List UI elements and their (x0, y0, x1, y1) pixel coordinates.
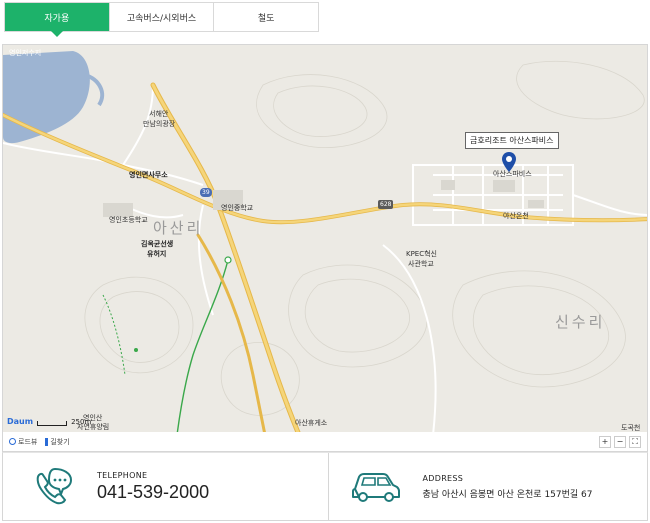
road-shield-628: 628 (378, 200, 394, 209)
phone-chat-icon (36, 467, 73, 504)
telephone-number[interactable]: 041-539-2000 (97, 482, 209, 503)
scale-bar (37, 421, 68, 426)
address-value: 충남 아산시 음봉면 아산 온천로 157번길 67 (422, 489, 593, 500)
label-village-edge: 도곡천 (621, 424, 641, 432)
address-label: ADDRESS (422, 473, 464, 483)
roadview-button[interactable]: 로드뷰 (9, 437, 37, 447)
telephone-text: TELEPHONE 041-539-2000 (97, 471, 209, 503)
address-box: ADDRESS 충남 아산시 음봉면 아산 온천로 157번길 67 (327, 453, 648, 520)
tab-bus[interactable]: 고속버스/시외버스 (110, 3, 215, 31)
label-asan-spa-station: 아산온천 (503, 212, 529, 220)
label-seohaean: 서해안 (149, 110, 169, 118)
car-icon (351, 472, 400, 502)
address-text: ADDRESS 충남 아산시 음봉면 아산 온천로 157번길 67 (423, 474, 593, 500)
label-seohaean-plaza: 만남의광장 (143, 120, 176, 128)
label-kpec: KPEC혁신 (406, 250, 438, 258)
fullscreen-button[interactable]: ⛶ (629, 435, 641, 448)
label-yeongin-middle: 영인중학교 (221, 204, 254, 212)
directions-button[interactable]: 길찾기 (45, 437, 70, 447)
label-yeongin-elem: 영인초등학교 (109, 216, 148, 224)
map-scale: Daum 250m (7, 417, 91, 426)
telephone-label: TELEPHONE (97, 470, 148, 480)
directions-icon (45, 437, 49, 446)
map-pin-icon[interactable] (502, 152, 516, 172)
tab-car[interactable]: 자가용 (5, 3, 110, 37)
map-base-layer (3, 51, 647, 433)
roadview-icon (9, 438, 16, 445)
label-kimokgyun: 김옥균선생 (141, 240, 174, 248)
label-kimokgyun-site: 유허지 (147, 250, 167, 258)
zoom-out-button[interactable]: − (614, 435, 626, 448)
contact-info: TELEPHONE 041-539-2000 ADDRESS 충남 아산시 음봉… (2, 452, 648, 521)
label-asan-ri: 아산리 (153, 219, 204, 237)
map-provider-logo: Daum (7, 417, 34, 426)
zoom-in-button[interactable]: + (599, 435, 611, 448)
label-kpec-academy: 사관학교 (408, 260, 434, 268)
label-asan-rest-area: 아산휴게소 (295, 419, 328, 427)
transport-tabs: 자가용 고속버스/시외버스 철도 (4, 2, 319, 37)
label-reservoir: 영인저수지 (9, 49, 42, 57)
map-toolbar: 로드뷰 길찾기 + − ⛶ (2, 432, 648, 452)
label-yeongin-office: 영인면사무소 (129, 171, 168, 179)
directions-label: 길찾기 (50, 437, 70, 446)
scale-text: 250m (71, 418, 92, 426)
destination-callout[interactable]: 금호리조트 아산스파비스 (465, 132, 559, 149)
map-view[interactable]: 영인저수지 서해안 만남의광장 영인면사무소 영인중학교 영인초등학교 김옥균선… (2, 44, 648, 434)
label-sinsu-ri: 신수리 (555, 313, 606, 331)
label-spavis: 아산스파비스 (493, 170, 532, 178)
roadview-label: 로드뷰 (18, 437, 38, 446)
zoom-controls: + − ⛶ (599, 435, 641, 448)
telephone-box: TELEPHONE 041-539-2000 (3, 453, 328, 520)
tab-rail[interactable]: 철도 (214, 3, 318, 31)
road-shield-39: 39 (200, 188, 212, 197)
